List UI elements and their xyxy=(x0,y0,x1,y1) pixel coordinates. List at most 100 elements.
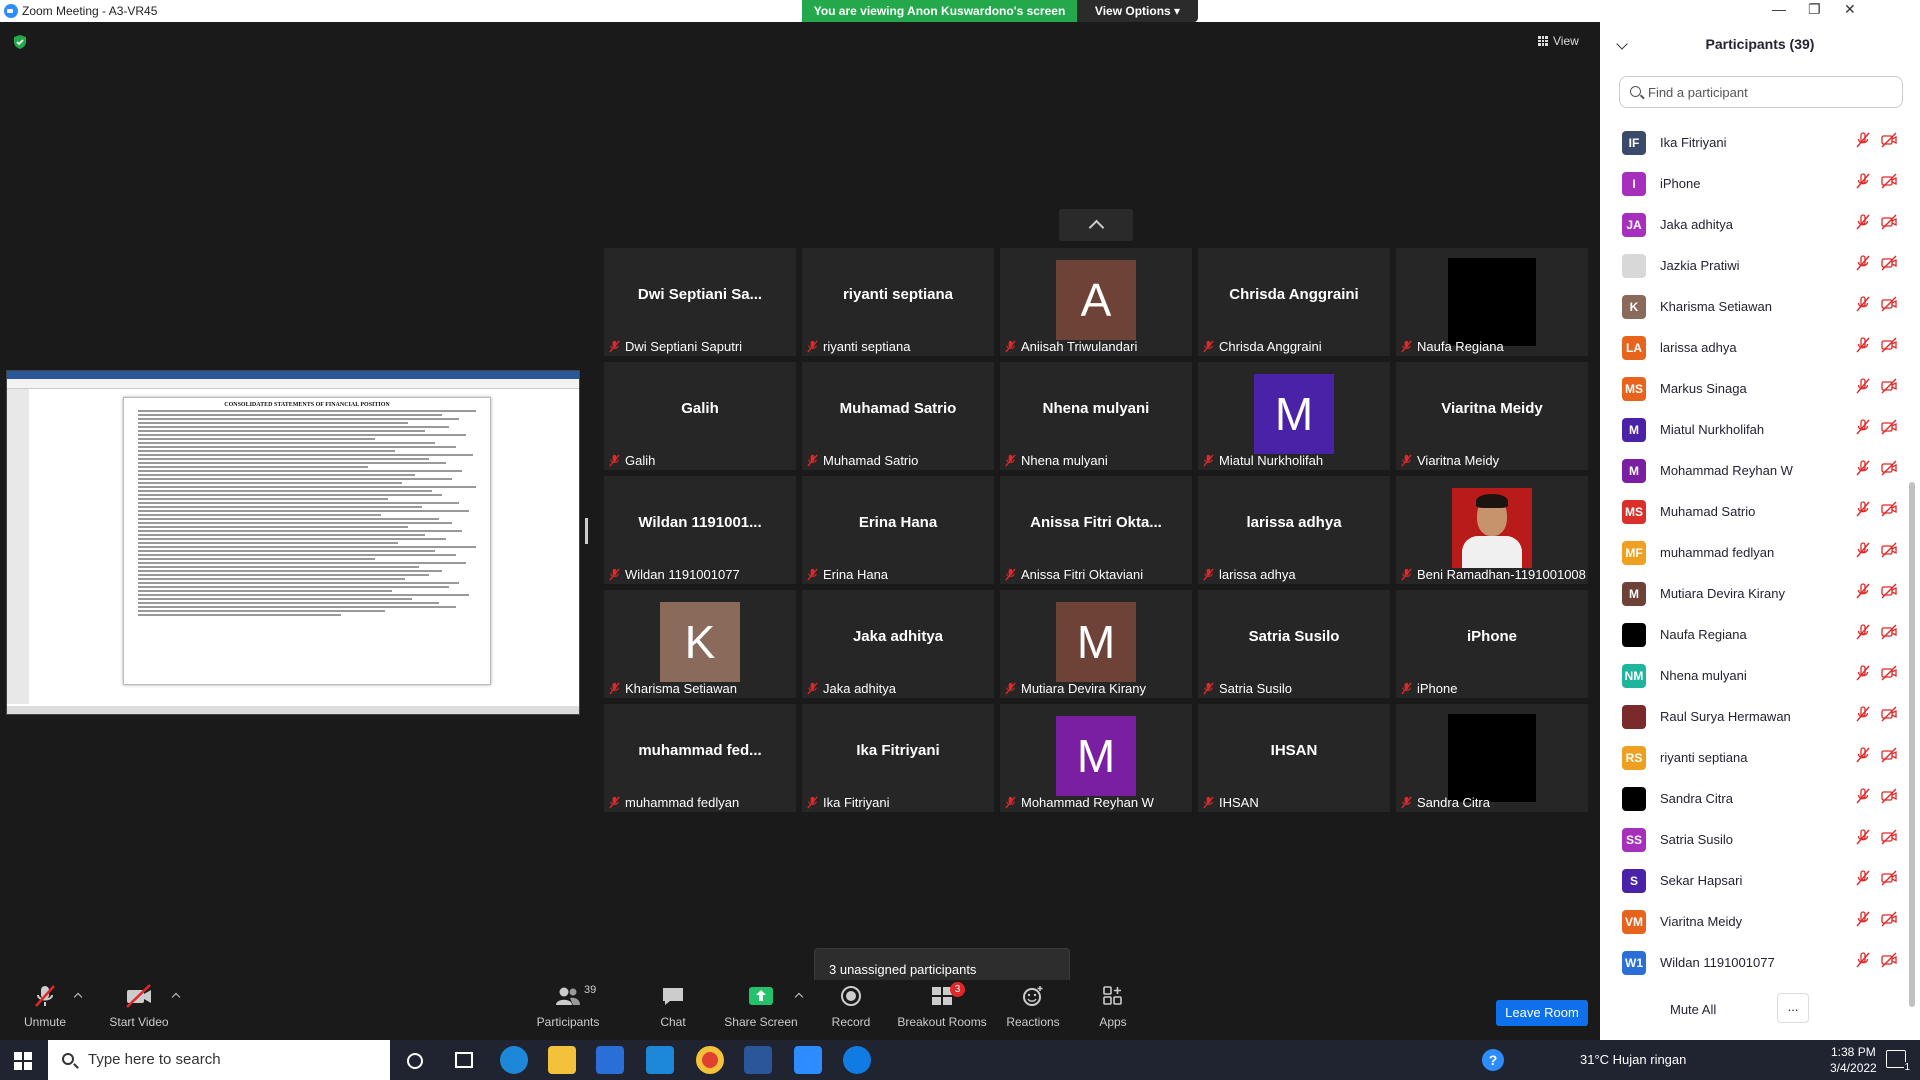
participants-button[interactable]: 39 Participants xyxy=(532,980,604,1040)
video-tile[interactable]: larissa adhya larissa adhya xyxy=(1198,476,1390,584)
apps-label: Apps xyxy=(1099,1015,1127,1029)
video-tile[interactable]: Viaritna Meidy Viaritna Meidy xyxy=(1396,362,1588,470)
mic-muted-icon xyxy=(1854,254,1872,277)
video-tile[interactable]: M Miatul Nurkholifah xyxy=(1198,362,1390,470)
participant-row[interactable]: W1 Wildan 1191001077 xyxy=(1600,942,1908,983)
participant-row[interactable]: MS Markus Sinaga xyxy=(1600,368,1908,409)
cortana-icon[interactable] xyxy=(407,1053,423,1069)
tile-display-name: Muhamad Satrio xyxy=(839,400,957,417)
participant-row[interactable]: VM Viaritna Meidy xyxy=(1600,901,1908,942)
participant-avatar: RS xyxy=(1622,745,1646,770)
task-view-icon[interactable] xyxy=(455,1052,473,1068)
teamviewer-icon[interactable] xyxy=(843,1046,871,1074)
participant-row[interactable]: M Miatul Nurkholifah xyxy=(1600,409,1908,450)
breakout-rooms-button[interactable]: 3 Breakout Rooms xyxy=(896,980,988,1040)
participant-row[interactable]: IiPhone xyxy=(1600,163,1908,204)
participant-status-icons xyxy=(1854,787,1898,810)
participant-avatar: MS xyxy=(1622,499,1646,524)
participant-row[interactable]: NM Nhena mulyani xyxy=(1600,655,1908,696)
restore-icon[interactable]: ❐ xyxy=(1808,1,1821,18)
more-options-button[interactable]: ... xyxy=(1777,993,1809,1023)
video-off-icon xyxy=(1880,582,1898,605)
microsoft-store-icon[interactable] xyxy=(596,1046,624,1074)
split-handle[interactable] xyxy=(585,518,588,544)
windows-start-icon[interactable] xyxy=(14,1052,32,1070)
participant-row[interactable]: IF Ika Fitriyani xyxy=(1600,122,1908,163)
participant-row[interactable]: RS riyanti septiana xyxy=(1600,737,1908,778)
participant-list-scrollbar[interactable] xyxy=(1909,482,1915,1007)
participant-row[interactable]: SS Satria Susilo xyxy=(1600,819,1908,860)
participant-row[interactable]: M Mutiara Devira Kirany xyxy=(1600,573,1908,614)
word-icon[interactable] xyxy=(744,1046,772,1074)
notification-center-icon[interactable]: 1 xyxy=(1886,1050,1910,1073)
tile-display-name: Wildan 1191001... xyxy=(638,514,762,531)
start-video-button[interactable]: Start Video xyxy=(104,980,174,1040)
leave-room-button[interactable]: Leave Room xyxy=(1496,1000,1588,1026)
participant-row[interactable]: K Kharisma Setiawan xyxy=(1600,286,1908,327)
video-tile[interactable]: Ika Fitriyani Ika Fitriyani xyxy=(802,704,994,812)
video-tile[interactable]: Galih Galih xyxy=(604,362,796,470)
participant-row[interactable]: Naufa Regiana xyxy=(1600,614,1908,655)
video-tile[interactable]: Nhena mulyani Nhena mulyani xyxy=(1000,362,1192,470)
tile-name-label: Kharisma Setiawan xyxy=(608,681,737,696)
share-screen-button[interactable]: Share Screen xyxy=(722,980,800,1040)
shared-screen[interactable]: CONSOLIDATED STATEMENTS OF FINANCIAL POS… xyxy=(6,370,580,715)
find-participant-input[interactable]: Find a participant xyxy=(1619,76,1903,108)
video-tile[interactable]: muhammad fed... muhammad fedlyan xyxy=(604,704,796,812)
tile-name: Anissa Fitri Oktaviani xyxy=(1021,567,1144,582)
tile-name-label: Jaka adhitya xyxy=(806,681,896,696)
gallery-page-up-button[interactable] xyxy=(1059,209,1133,241)
participant-row[interactable]: MF muhammad fedlyan xyxy=(1600,532,1908,573)
close-icon[interactable]: ✕ xyxy=(1844,1,1856,18)
video-tile[interactable]: K Kharisma Setiawan xyxy=(604,590,796,698)
video-tile[interactable]: Wildan 1191001... Wildan 1191001077 xyxy=(604,476,796,584)
zoom-taskbar-icon[interactable] xyxy=(794,1046,822,1074)
reactions-button[interactable]: Reactions xyxy=(1004,980,1062,1040)
video-off-icon xyxy=(1880,828,1898,851)
mic-muted-icon xyxy=(35,985,55,1007)
apps-button[interactable]: Apps xyxy=(1094,980,1132,1040)
participant-row[interactable]: JA Jaka adhitya xyxy=(1600,204,1908,245)
video-tile[interactable]: Anissa Fitri Okta... Anissa Fitri Oktavia… xyxy=(1000,476,1192,584)
video-tile[interactable]: Sandra Citra xyxy=(1396,704,1588,812)
video-tile[interactable]: Naufa Regiana xyxy=(1396,248,1588,356)
chrome-icon[interactable] xyxy=(696,1046,724,1074)
view-button[interactable]: View xyxy=(1538,34,1579,48)
participant-row[interactable]: Sandra Citra xyxy=(1600,778,1908,819)
participant-avatar: MF xyxy=(1622,540,1646,565)
participant-row[interactable]: S Sekar Hapsari xyxy=(1600,860,1908,901)
video-tile[interactable]: Jaka adhitya Jaka adhitya xyxy=(802,590,994,698)
video-off-icon xyxy=(1880,172,1898,195)
participant-row[interactable]: Jazkia Pratiwi xyxy=(1600,245,1908,286)
participant-row[interactable]: LA larissa adhya xyxy=(1600,327,1908,368)
video-tile[interactable]: Chrisda Anggraini Chrisda Anggraini xyxy=(1198,248,1390,356)
video-tile[interactable]: A Aniisah Triwulandari xyxy=(1000,248,1192,356)
view-options-button[interactable]: View Options ▾ xyxy=(1077,0,1198,22)
video-tile[interactable]: Muhamad Satrio Muhamad Satrio xyxy=(802,362,994,470)
participant-row[interactable]: MS Muhamad Satrio xyxy=(1600,491,1908,532)
mail-icon[interactable] xyxy=(646,1046,674,1074)
video-tile[interactable]: Dwi Septiani Sa... Dwi Septiani Saputri xyxy=(604,248,796,356)
video-tile[interactable]: Satria Susilo Satria Susilo xyxy=(1198,590,1390,698)
chat-button[interactable]: Chat xyxy=(648,980,698,1040)
participant-row[interactable]: Raul Surya Hermawan xyxy=(1600,696,1908,737)
minimize-icon[interactable]: — xyxy=(1772,1,1786,17)
video-tile[interactable]: M Mohammad Reyhan W xyxy=(1000,704,1192,812)
edge-icon[interactable] xyxy=(500,1046,528,1074)
participant-row[interactable]: M Mohammad Reyhan W xyxy=(1600,450,1908,491)
record-button[interactable]: Record xyxy=(824,980,878,1040)
mute-all-button[interactable]: Mute All xyxy=(1670,1002,1716,1017)
breakout-rooms-label: Breakout Rooms xyxy=(897,1015,987,1029)
unmute-button[interactable]: Unmute xyxy=(14,980,76,1040)
clock[interactable]: 1:38 PM 3/4/2022 xyxy=(1830,1044,1877,1076)
video-tile[interactable]: M Mutiara Devira Kirany xyxy=(1000,590,1192,698)
video-tile[interactable]: iPhone iPhone xyxy=(1396,590,1588,698)
video-tile[interactable]: riyanti septiana riyanti septiana xyxy=(802,248,994,356)
video-tile[interactable]: IHSAN IHSAN xyxy=(1198,704,1390,812)
weather-widget[interactable]: 31°C Hujan ringan xyxy=(1580,1052,1686,1067)
taskbar-search-input[interactable]: Type here to search xyxy=(48,1040,390,1080)
file-explorer-icon[interactable] xyxy=(548,1046,576,1074)
taskbar-search-placeholder: Type here to search xyxy=(88,1051,221,1068)
video-tile[interactable]: Beni Ramadhan-1191001008 xyxy=(1396,476,1588,584)
video-tile[interactable]: Erina Hana Erina Hana xyxy=(802,476,994,584)
